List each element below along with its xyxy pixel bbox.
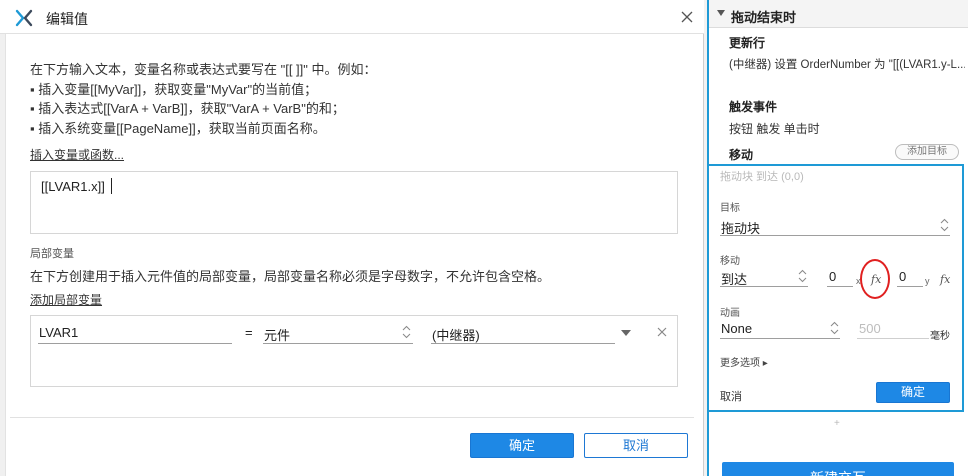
add-local-variable-link[interactable]: 添加局部变量: [30, 291, 102, 308]
intro-line-2: ▪ 插入变量[[MyVar]]，获取变量"MyVar"的当前值；: [30, 82, 318, 97]
edit-value-dialog: 编辑值 在下方输入文本，变量名称或表达式要写在 "[[ ]]" 中。例如： ▪ …: [0, 0, 704, 476]
target-select[interactable]: 拖动块: [720, 214, 950, 236]
intro-line-4: ▪ 插入系统变量[[PageName]]，获取当前页面名称。: [30, 121, 326, 136]
updown-arrows-icon: [402, 325, 411, 339]
dialog-footer-divider: [10, 417, 694, 418]
add-target-button[interactable]: 添加目标: [895, 144, 959, 160]
local-variable-list: LVAR1 = 元件 (中继器): [30, 315, 678, 387]
duration-input[interactable]: 500: [857, 317, 929, 339]
local-variable-type: 元件: [264, 328, 291, 343]
close-icon[interactable]: [678, 8, 696, 26]
event-title: 拖动结束时: [731, 10, 797, 25]
local-variable-target-select[interactable]: (中继器): [431, 320, 615, 344]
dropdown-arrow-icon[interactable]: [621, 330, 631, 336]
intro-line-3: ▪ 插入表达式[[VarA + VarB]]，获取"VarA + VarB"的和…: [30, 101, 345, 116]
action-move-title: 移动: [729, 148, 754, 162]
move-action-editor: 拖动块 到达 (0,0) 目标 拖动块 移动 到达 0 x fx 0 y fx …: [707, 164, 964, 412]
duration-value: 500: [859, 321, 881, 336]
new-interaction-button[interactable]: 新建交互: [722, 462, 954, 476]
local-variables-heading: 局部变量: [30, 248, 74, 260]
cancel-button[interactable]: 取消: [584, 433, 688, 458]
updown-arrows-icon: [940, 218, 949, 232]
animation-value: None: [721, 321, 753, 336]
fx-annotation-circle: [860, 259, 890, 299]
updown-arrows-icon: [798, 269, 807, 283]
dialog-titlebar: 编辑值: [0, 0, 704, 34]
x-coordinate-input[interactable]: 0: [827, 265, 853, 287]
intro-line-1: 在下方输入文本，变量名称或表达式要写在 "[[ ]]" 中。例如：: [30, 62, 377, 77]
local-variables-description: 在下方创建用于插入元件值的局部变量，局部变量名称必须是字母数字，不允许包含空格。: [30, 269, 551, 284]
local-variable-name: LVAR1: [39, 325, 79, 340]
local-variable-target: (中继器): [432, 328, 480, 343]
editor-cancel-link[interactable]: 取消: [720, 388, 742, 404]
y-coordinate-input[interactable]: 0: [897, 265, 923, 287]
action-update-row-title: 更新行: [729, 36, 766, 50]
insert-variable-or-function-link[interactable]: 插入变量或函数...: [30, 146, 124, 163]
text-caret: [111, 178, 112, 194]
target-value: 拖动块: [721, 221, 761, 236]
y-value: 0: [899, 269, 907, 284]
action-update-row-desc: (中继器) 设置 OrderNumber 为 "[[(LVAR1.y-L... …: [729, 59, 965, 71]
updown-arrows-icon: [830, 321, 839, 335]
axure-logo-icon: [15, 9, 33, 27]
y-unit: y: [925, 276, 930, 286]
equals-sign: =: [245, 325, 253, 340]
dialog-title: 编辑值: [46, 11, 88, 27]
local-variable-name-input[interactable]: LVAR1: [38, 320, 232, 344]
delete-variable-icon[interactable]: [657, 327, 667, 337]
editor-ok-button[interactable]: 确定: [876, 382, 950, 403]
action-fire-event-desc: 按钮 触发 单击时: [729, 122, 820, 136]
expression-text: [[LVAR1.x]]: [41, 179, 105, 194]
move-summary: 拖动块 到达 (0,0): [720, 171, 804, 183]
animation-select[interactable]: None: [720, 317, 840, 339]
expression-textarea[interactable]: [[LVAR1.x]]: [30, 171, 678, 234]
move-mode-select[interactable]: 到达: [720, 265, 808, 287]
action-fire-event-title: 触发事件: [729, 100, 778, 114]
interactions-panel: 拖动结束时 更新行 (中继器) 设置 OrderNumber 为 "[[(LVA…: [704, 0, 968, 476]
x-value: 0: [829, 269, 837, 284]
dialog-left-gutter: [0, 34, 6, 476]
move-mode: 到达: [721, 272, 748, 287]
y-fx-button[interactable]: fx: [940, 273, 950, 286]
local-variable-type-select[interactable]: 元件: [263, 320, 413, 344]
more-options-link[interactable]: 更多选项 ▸: [720, 354, 768, 369]
target-label: 目标: [720, 203, 740, 214]
add-action-plus-icon[interactable]: +: [834, 418, 840, 429]
ok-button[interactable]: 确定: [470, 433, 574, 458]
duration-unit: 毫秒: [930, 331, 950, 342]
event-header[interactable]: 拖动结束时: [709, 0, 968, 28]
collapse-caret-icon[interactable]: [717, 10, 725, 16]
